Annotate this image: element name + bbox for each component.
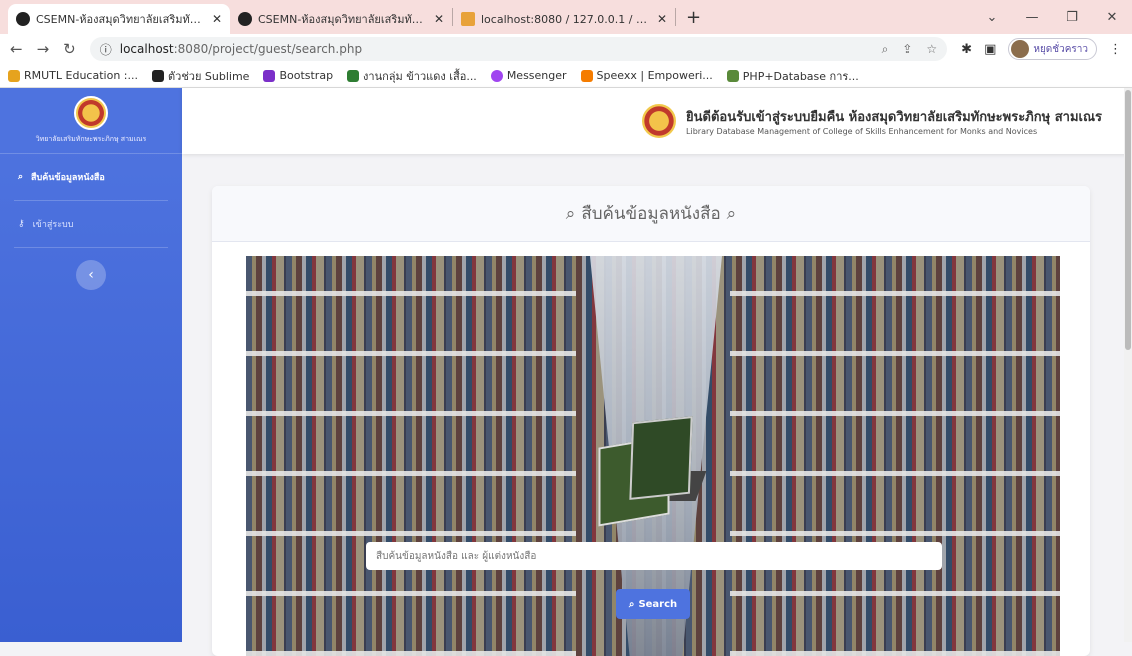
topbar-text: ยินดีต้อนรับเข้าสู่ระบบยืมคืน ห้องสมุดวิ…	[686, 106, 1102, 136]
bookmark-item[interactable]: งานกลุ่ม ข้าวแดง เสื้อ...	[347, 67, 477, 85]
bookmark-label: Messenger	[506, 69, 567, 82]
college-logo-icon	[74, 96, 108, 130]
tab-search-icon[interactable]: ⌄	[972, 10, 1012, 25]
window-controls: ⌄ — ❐ ✕	[972, 0, 1132, 34]
bookshelf-right	[730, 256, 1060, 656]
scrollbar-thumb[interactable]	[1125, 90, 1131, 350]
sidebar-item-search[interactable]: ⌕ สืบค้นข้อมูลหนังสือ	[0, 154, 182, 200]
bookmark-label: ตัวช่วย Sublime	[168, 69, 250, 83]
zoom-icon[interactable]: ⌕	[882, 42, 889, 57]
side-panel-icon[interactable]: ▣	[984, 42, 996, 57]
browser-tab-1[interactable]: CSEMN-ห้องสมุดวิทยาลัยเสริมทักษ... ✕	[8, 4, 230, 34]
bookmark-icon	[152, 69, 164, 82]
site-favicon-icon	[238, 12, 252, 26]
book-search-input[interactable]	[366, 542, 942, 570]
close-tab-icon[interactable]: ✕	[212, 12, 222, 26]
welcome-subtitle: Library Database Management of College o…	[686, 127, 1038, 136]
sidebar-item-label: เข้าสู่ระบบ	[32, 220, 74, 230]
card-header: ⌕ สืบค้นข้อมูลหนังสือ ⌕	[212, 186, 1090, 242]
key-icon: ⚷	[18, 219, 25, 229]
url-host: localhost	[119, 42, 174, 56]
menu-icon[interactable]: ⋮	[1109, 42, 1122, 57]
bookmark-item[interactable]: Speexx | Empoweri...	[580, 69, 713, 82]
forward-icon[interactable]: →	[37, 40, 50, 58]
brand-text: วิทยาลัยเสริมทักษะพระภิกษุ สามเณร	[35, 135, 147, 143]
topbar: ยินดีต้อนรับเข้าสู่ระบบยืมคืน ห้องสมุดวิ…	[182, 88, 1132, 154]
search-button[interactable]: ⌕ Search	[616, 589, 690, 619]
reload-icon[interactable]: ↻	[63, 40, 76, 58]
card-title: สืบค้นข้อมูลหนังสือ	[581, 204, 721, 224]
main-content: ยินดีต้อนรับเข้าสู่ระบบยืมคืน ห้องสมุดวิ…	[182, 88, 1132, 656]
minimize-icon[interactable]: —	[1012, 10, 1052, 25]
page-scrollbar[interactable]	[1124, 88, 1132, 642]
bookshelf-left	[246, 256, 576, 656]
browser-tab-2[interactable]: CSEMN-ห้องสมุดวิทยาลัยเสริมทักษ... ✕	[230, 4, 452, 34]
url-input[interactable]: ⓘ localhost:8080/project/guest/search.ph…	[89, 37, 948, 61]
sidebar-toggle-button[interactable]: ‹	[76, 260, 106, 290]
sidebar: วิทยาลัยเสริมทักษะพระภิกษุ สามเณร ⌕ สืบค…	[0, 88, 182, 642]
bookmark-item[interactable]: ตัวช่วย Sublime	[152, 67, 249, 85]
sidebar-item-login[interactable]: ⚷ เข้าสู่ระบบ	[0, 201, 182, 247]
browser-tab-bar: CSEMN-ห้องสมุดวิทยาลัยเสริมทักษ... ✕ CSE…	[0, 0, 1132, 34]
bookmark-icon	[580, 69, 593, 82]
tab-title: CSEMN-ห้องสมุดวิทยาลัยเสริมทักษ...	[258, 13, 428, 26]
bookmark-icon	[490, 69, 503, 82]
search-icon: ⌕	[565, 203, 576, 224]
url-path: :8080/project/guest/search.php	[173, 42, 363, 56]
chevron-left-icon: ‹	[88, 267, 94, 283]
bookmark-icon	[263, 69, 276, 82]
bookmark-item[interactable]: Messenger	[490, 69, 567, 82]
bookmark-icon	[726, 69, 739, 82]
search-card: ⌕ สืบค้นข้อมูลหนังสือ ⌕ ⌕ Search	[212, 186, 1090, 656]
bookmark-label: RMUTL Education :...	[24, 69, 138, 82]
back-icon[interactable]: ←	[10, 40, 23, 58]
info-icon[interactable]: ⓘ	[100, 41, 112, 58]
search-button-label: Search	[638, 598, 678, 610]
new-tab-icon[interactable]: +	[676, 7, 711, 28]
search-icon: ⌕	[628, 598, 635, 610]
bookmark-star-icon[interactable]: ☆	[926, 42, 937, 57]
bookmark-item[interactable]: Bootstrap	[263, 69, 333, 82]
bookmark-label: Speexx | Empoweri...	[596, 69, 713, 82]
site-favicon-icon	[16, 12, 30, 26]
books-icon	[591, 411, 721, 527]
library-background-image: ⌕ Search	[246, 256, 1060, 656]
bookmark-icon	[347, 69, 360, 82]
profile-label: หยุดชั่วคราว	[1033, 43, 1088, 55]
search-icon: ⌕	[726, 203, 737, 224]
bookmark-icon	[8, 69, 20, 82]
bookmark-item[interactable]: RMUTL Education :...	[8, 69, 138, 82]
browser-tools: ✱ ▣ หยุดชั่วคราว ⋮	[961, 38, 1122, 60]
bookmark-label: PHP+Database การ...	[742, 69, 859, 83]
address-bar-row: ← → ↻ ⓘ localhost:8080/project/guest/sea…	[0, 34, 1132, 64]
search-icon: ⌕	[18, 172, 24, 182]
close-tab-icon[interactable]: ✕	[657, 12, 667, 26]
bookmark-label: Bootstrap	[279, 69, 334, 82]
tab-title: CSEMN-ห้องสมุดวิทยาลัยเสริมทักษ...	[36, 13, 206, 26]
bookmarks-bar: RMUTL Education :... ตัวช่วย Sublime Boo…	[0, 64, 1132, 88]
close-tab-icon[interactable]: ✕	[434, 12, 444, 26]
browser-tab-3[interactable]: localhost:8080 / 127.0.0.1 / csem ✕	[453, 4, 675, 34]
avatar	[1011, 40, 1030, 58]
welcome-title: ยินดีต้อนรับเข้าสู่ระบบยืมคืน ห้องสมุดวิ…	[686, 110, 1102, 125]
sidebar-brand[interactable]: วิทยาลัยเสริมทักษะพระภิกษุ สามเณร	[0, 88, 182, 154]
profile-button[interactable]: หยุดชั่วคราว	[1008, 38, 1097, 60]
bookmark-label: งานกลุ่ม ข้าวแดง เสื้อ...	[363, 69, 477, 83]
bookmark-item[interactable]: PHP+Database การ...	[726, 67, 859, 85]
sidebar-divider	[14, 247, 168, 248]
share-icon[interactable]: ⇪	[902, 42, 912, 57]
sidebar-item-label: สืบค้นข้อมูลหนังสือ	[31, 173, 105, 183]
web-page: วิทยาลัยเสริมทักษะพระภิกษุ สามเณร ⌕ สืบค…	[0, 88, 1132, 656]
restore-icon[interactable]: ❐	[1052, 10, 1092, 25]
tab-title: localhost:8080 / 127.0.0.1 / csem	[481, 12, 651, 26]
close-window-icon[interactable]: ✕	[1092, 10, 1132, 25]
phpmyadmin-favicon-icon	[461, 12, 475, 26]
college-logo-icon	[640, 102, 679, 140]
extensions-icon[interactable]: ✱	[961, 42, 972, 57]
